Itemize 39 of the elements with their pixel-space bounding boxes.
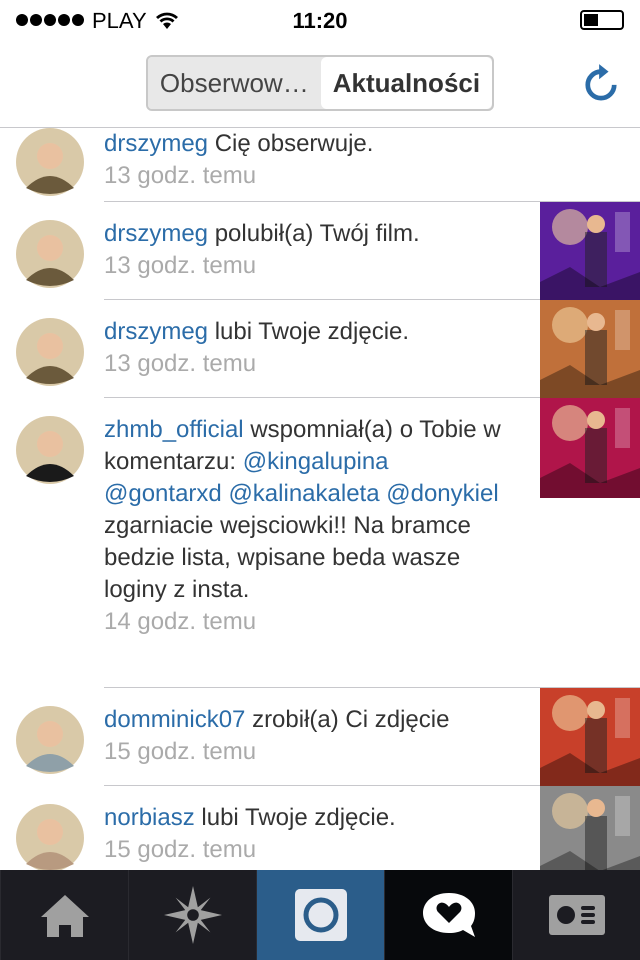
notification-text: domminick07 zrobił(a) Ci zdjęcie xyxy=(104,705,450,735)
notification-text: zhmb_official wspomniał(a) o Tobie w komentarzu: @kingalupina @gontarxd @kalinakaleta @donykiel zgarniacie wejsciowki!! Na bramce bedzie lista, wpisane beda wasze loginy z insta. xyxy=(104,415,502,605)
battery-icon xyxy=(580,10,624,30)
timestamp: 14 godz. temu xyxy=(104,607,258,637)
avatar[interactable] xyxy=(16,128,84,196)
username-link[interactable]: drszymeg xyxy=(104,318,208,345)
notification-text: norbiasz lubi Twoje zdjęcie. xyxy=(104,803,397,833)
timestamp: 13 godz. temu xyxy=(104,251,258,281)
tab-bar-button[interactable] xyxy=(384,870,512,960)
clock-time: 11:20 xyxy=(291,6,349,34)
username-link[interactable]: norbiasz xyxy=(104,804,195,831)
signal-dots-icon xyxy=(16,14,84,26)
notification-text: drszymeg Cię obserwuje. xyxy=(104,129,374,159)
username-link[interactable]: domminick07 xyxy=(104,706,246,733)
profile-card-icon xyxy=(548,895,604,935)
timestamp: 13 godz. temu xyxy=(104,161,258,191)
segment-tab[interactable]: Aktualności xyxy=(320,57,492,109)
notification-text: drszymeg polubił(a) Twój film. xyxy=(104,219,421,249)
mention-link[interactable]: @donykiel xyxy=(386,480,499,507)
username-link[interactable]: drszymeg xyxy=(104,220,208,247)
timestamp: 15 godz. temu xyxy=(104,737,258,767)
wifi-icon xyxy=(154,11,179,29)
username-link[interactable]: drszymeg xyxy=(104,130,208,157)
notification-text: drszymeg lubi Twoje zdjęcie. xyxy=(104,317,410,347)
home-icon xyxy=(40,892,90,938)
mention-link[interactable]: @kalinakaleta xyxy=(228,480,380,507)
carrier-name: PLAY xyxy=(92,6,147,34)
mention-link[interactable]: @kingalupina xyxy=(242,448,389,475)
compass-star-icon xyxy=(164,886,222,944)
refresh-icon[interactable] xyxy=(584,64,618,102)
timestamp: 13 godz. temu xyxy=(104,349,258,379)
avatar[interactable] xyxy=(16,220,84,288)
mention-link[interactable]: @gontarxd xyxy=(104,480,222,507)
camera-icon xyxy=(294,889,346,941)
heart-bubble-icon xyxy=(420,891,476,939)
avatar[interactable] xyxy=(16,416,84,484)
avatar[interactable] xyxy=(16,318,84,386)
timestamp: 15 godz. temu xyxy=(104,835,258,865)
username-link[interactable]: zhmb_official xyxy=(104,416,244,443)
